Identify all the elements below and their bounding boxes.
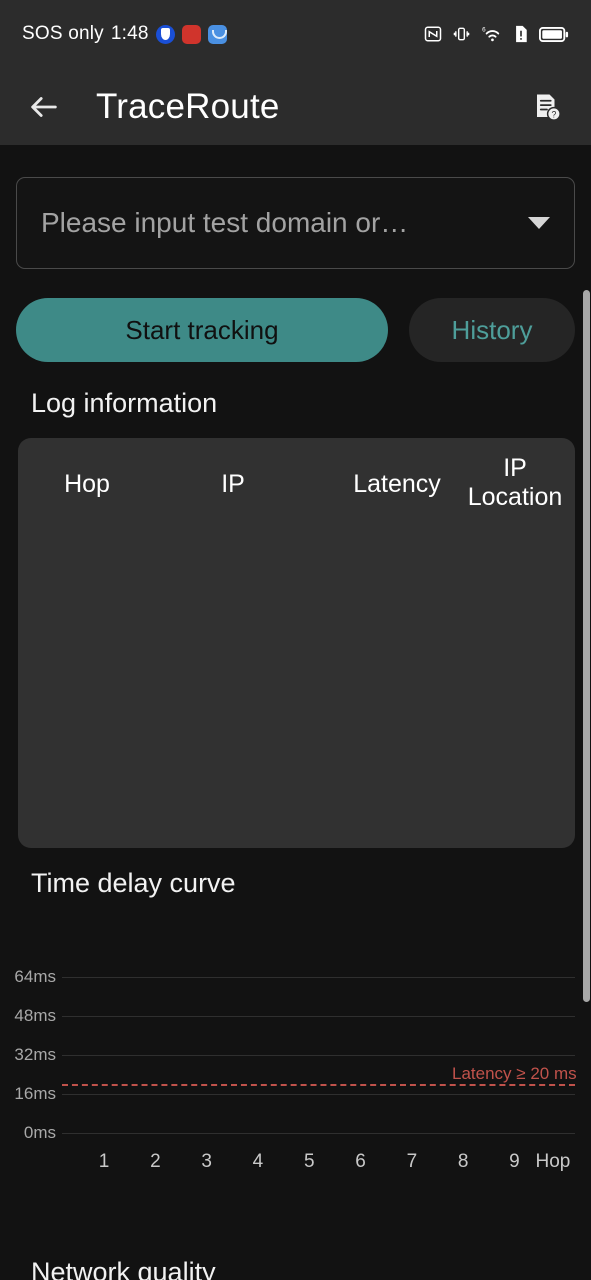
- y-axis-tick-label: 32ms: [14, 1044, 56, 1064]
- time-delay-curve-title: Time delay curve: [31, 868, 236, 898]
- y-axis-tick-label: 48ms: [14, 1005, 56, 1025]
- x-axis-tick-label: 1: [98, 1151, 110, 1172]
- column-header-hop: Hop: [64, 470, 110, 498]
- back-button[interactable]: [22, 85, 66, 129]
- network-quality-title: Network quality: [31, 1257, 216, 1280]
- x-axis-tick-label: 7: [406, 1151, 418, 1172]
- clock-label: 1:48: [110, 23, 149, 44]
- vertical-scrollbar-track[interactable]: [583, 145, 591, 1280]
- log-table-header: Hop IP Latency IP Location: [18, 438, 575, 538]
- x-axis-tick-label: 8: [457, 1151, 469, 1172]
- page-title: TraceRoute: [96, 86, 280, 126]
- log-information-title: Log information: [31, 388, 218, 418]
- domain-input[interactable]: Please input test domain or…: [16, 177, 575, 269]
- status-bar: SOS only 1:48 6: [0, 0, 591, 68]
- chevron-down-icon[interactable]: [528, 217, 550, 229]
- start-tracking-button[interactable]: Start tracking: [16, 298, 388, 362]
- y-axis-tick-label: 0ms: [23, 1123, 56, 1142]
- vibrate-icon: [453, 27, 470, 41]
- gridline: [62, 1015, 575, 1017]
- scroll-content: Please input test domain or… Start track…: [0, 145, 591, 1280]
- wifi-6-icon: 6: [482, 26, 500, 42]
- gridline: [62, 1133, 575, 1134]
- traceroute-screen: SOS only 1:48 6 TraceRoute ? Please inpu…: [0, 0, 591, 1280]
- gridline: [62, 1054, 575, 1056]
- vertical-scrollbar-thumb[interactable]: [583, 290, 590, 1002]
- x-axis-tick-label: 4: [252, 1151, 264, 1172]
- x-axis-tick-label: 5: [303, 1151, 315, 1172]
- document-help-icon: ?: [537, 94, 561, 121]
- history-button[interactable]: History: [409, 298, 575, 362]
- gridline: [62, 976, 575, 978]
- y-axis-tick-label: 16ms: [14, 1083, 56, 1103]
- x-axis-tick-label: 3: [201, 1151, 212, 1172]
- latency-threshold-label: Latency ≥ 20 ms: [452, 1064, 577, 1084]
- red-app-icon: [181, 24, 201, 44]
- domain-input-placeholder: Please input test domain or…: [41, 207, 409, 238]
- blue-app-icon: [207, 24, 227, 44]
- help-button[interactable]: ?: [525, 85, 569, 129]
- y-axis-tick-label: 64ms: [14, 966, 56, 986]
- x-axis-name-label: Hop: [535, 1151, 571, 1172]
- sim-alert-icon: [516, 25, 527, 43]
- back-arrow-icon: [31, 96, 57, 117]
- status-bar-right: 6: [424, 25, 569, 43]
- column-header-ip-location: IP Location: [467, 454, 563, 511]
- column-header-ip: IP: [221, 470, 245, 498]
- log-information-panel: Hop IP Latency IP Location: [18, 438, 575, 848]
- carrier-label: SOS only: [22, 23, 104, 44]
- column-header-latency: Latency: [353, 470, 441, 498]
- x-axis-tick-label: 6: [355, 1151, 366, 1172]
- x-axis-tick-label: 2: [150, 1151, 161, 1172]
- time-delay-chart: 0ms 16ms 32ms 48ms 64ms 1 2 3 4 5 6 7 8 9 Latency ≥ …: [0, 945, 591, 1235]
- gridline: [62, 1093, 575, 1095]
- status-bar-left: SOS only 1:48: [22, 23, 227, 45]
- svg-text:6: 6: [482, 26, 486, 33]
- nfc-icon: [424, 26, 442, 42]
- action-buttons: Start tracking History: [16, 298, 575, 362]
- latency-threshold-line: [62, 1084, 575, 1087]
- svg-text:?: ?: [551, 109, 556, 119]
- battery-icon: [539, 26, 569, 42]
- shield-icon: [155, 24, 175, 44]
- app-bar: TraceRoute ?: [0, 68, 591, 145]
- x-axis-tick-label: 9: [509, 1151, 520, 1172]
